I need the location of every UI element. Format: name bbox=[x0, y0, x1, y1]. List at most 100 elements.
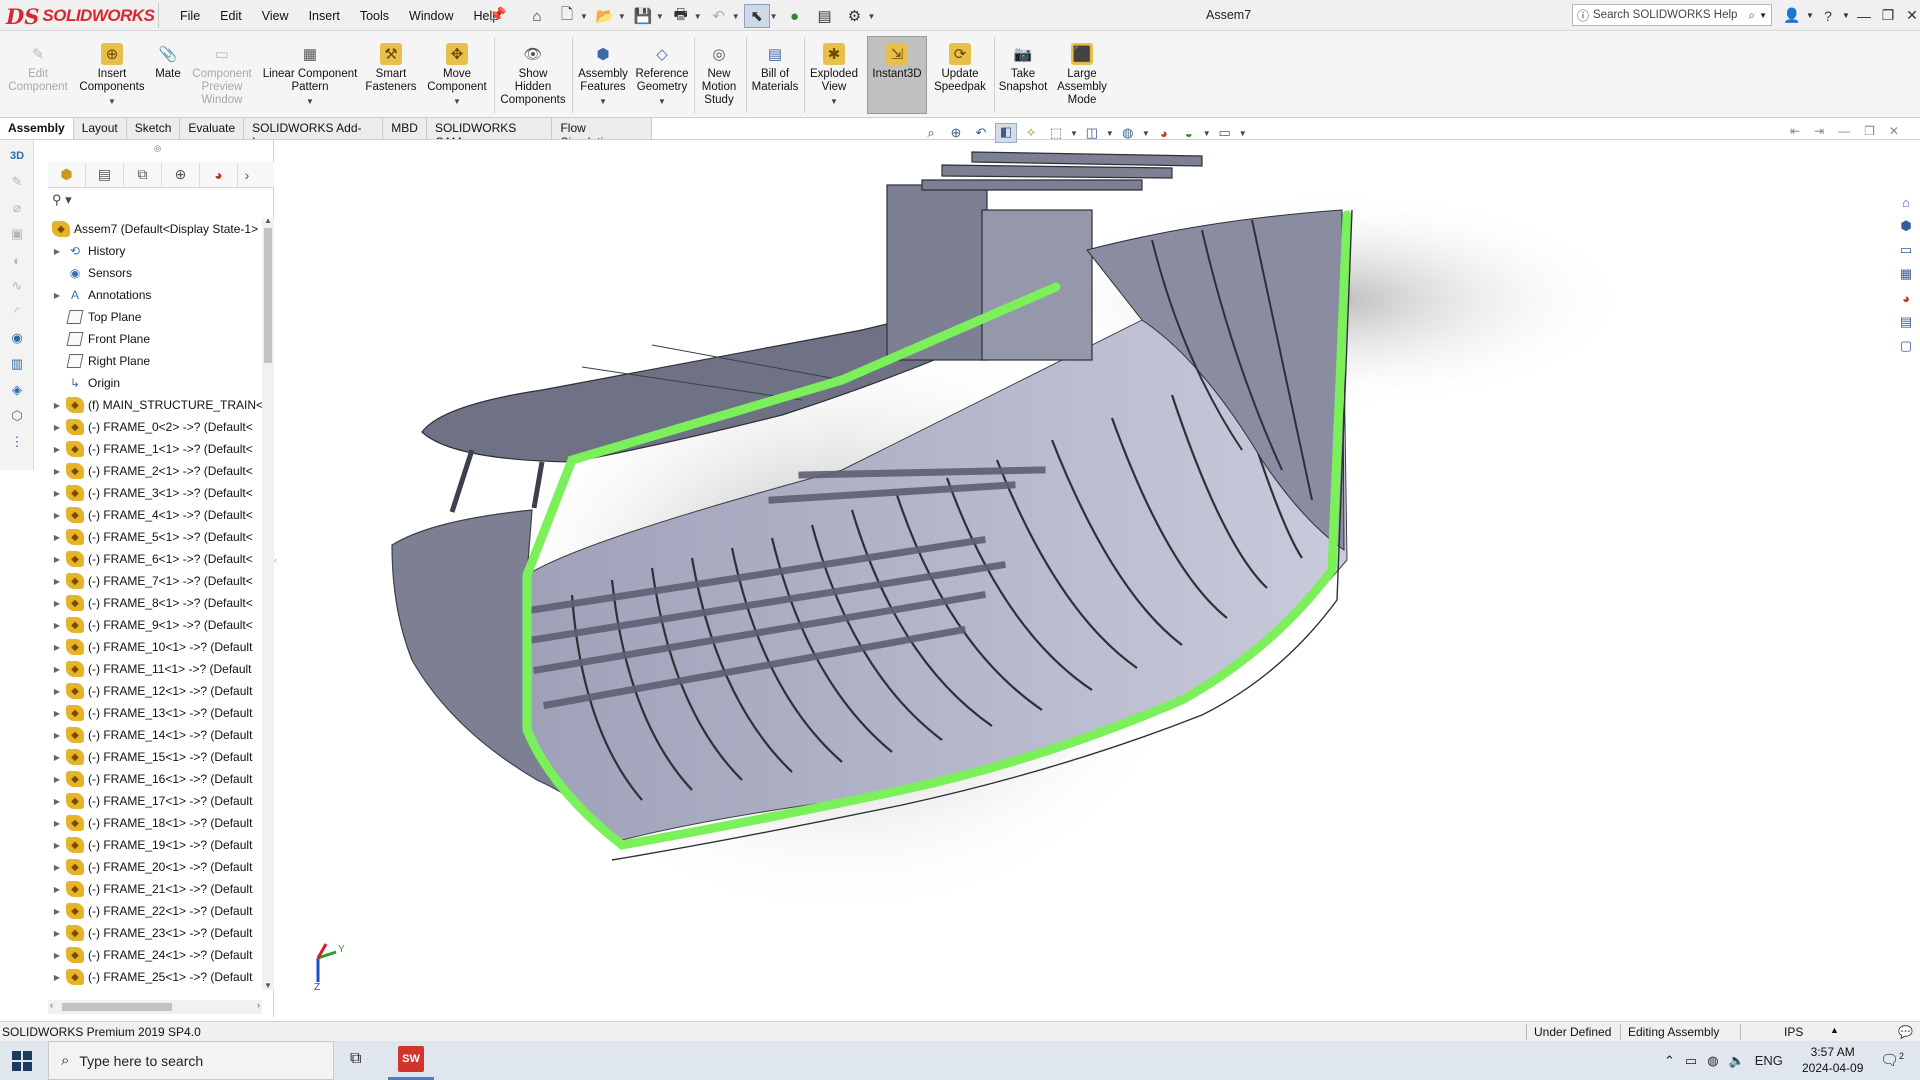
tab-sketch[interactable]: Sketch bbox=[126, 118, 181, 140]
scene-dropdown-icon[interactable]: ▼ bbox=[1203, 129, 1211, 138]
menu-window[interactable]: Window bbox=[399, 9, 463, 23]
expand-arrow-icon[interactable]: ▶ bbox=[48, 511, 66, 520]
new-dropdown-icon[interactable]: ▼ bbox=[580, 12, 588, 21]
expand-arrow-icon[interactable]: ▶ bbox=[48, 621, 66, 630]
tree-component-row[interactable]: ▶ ◆ (-) FRAME_15<1> ->? (Default bbox=[48, 746, 262, 768]
assembly-features-dropdown-icon[interactable]: ▼ bbox=[599, 95, 607, 108]
tree-component-row[interactable]: ▶ ◆ (-) FRAME_22<1> ->? (Default bbox=[48, 900, 262, 922]
select-dropdown-icon[interactable]: ▼ bbox=[770, 12, 778, 21]
smart-fasteners-button[interactable]: ⚒ Smart Fasteners bbox=[364, 43, 418, 94]
insert-components-dropdown-icon[interactable]: ▼ bbox=[108, 95, 116, 108]
expand-arrow-icon[interactable]: ▶ bbox=[48, 907, 66, 916]
part-icon[interactable]: ⬡ bbox=[7, 406, 27, 426]
tree-component-row[interactable]: ▶ ◆ (-) FRAME_18<1> ->? (Default bbox=[48, 812, 262, 834]
component-preview-window-button[interactable]: ▭ Component Preview Window bbox=[188, 43, 256, 107]
appearance-icon[interactable]: ◈ bbox=[7, 380, 27, 400]
expand-arrow-icon[interactable]: ▶ bbox=[48, 929, 66, 938]
options-dropdown-icon[interactable]: ▼ bbox=[868, 12, 876, 21]
expand-arrow-icon[interactable]: ▶ bbox=[48, 687, 66, 696]
expand-arrow-icon[interactable]: ▶ bbox=[48, 555, 66, 564]
custom-properties-icon[interactable]: ▤ bbox=[1896, 312, 1916, 332]
tree-root-assembly[interactable]: ◆ Assem7 (Default<Display State-1> bbox=[48, 218, 262, 240]
help-icon[interactable]: ? bbox=[1816, 8, 1840, 24]
rebuild-traffic-light-icon[interactable]: ● bbox=[782, 4, 808, 28]
restore-icon[interactable]: ❐ bbox=[1876, 7, 1900, 24]
tree-component-row[interactable]: ▶ ◆ (-) FRAME_12<1> ->? (Default bbox=[48, 680, 262, 702]
help-dropdown-icon[interactable]: ▼ bbox=[1840, 11, 1852, 20]
assembly-features-button[interactable]: ⬢ Assembly Features ▼ bbox=[574, 43, 632, 108]
tree-component-row[interactable]: ▶ ◆ (-) FRAME_17<1> ->? (Default bbox=[48, 790, 262, 812]
tree-component-row[interactable]: ▶ ◆ (-) FRAME_14<1> ->? (Default bbox=[48, 724, 262, 746]
design-library-icon[interactable]: ⬢ bbox=[1896, 216, 1916, 236]
tree-item-history[interactable]: ▶ ⟲ History bbox=[48, 240, 262, 262]
panel-splitter-handle[interactable]: ‹ bbox=[274, 555, 282, 587]
3d-view-icon[interactable]: 3D bbox=[7, 146, 27, 166]
tree-component-row[interactable]: ▶◆(-) FRAME_26<1> ->? (Default bbox=[48, 988, 262, 990]
property-manager-tab-icon[interactable]: ▤ bbox=[86, 162, 124, 187]
expand-arrow-icon[interactable]: ▶ bbox=[48, 577, 66, 586]
viewport-restore-icon[interactable]: ❐ bbox=[1864, 124, 1875, 138]
tab-mbd[interactable]: MBD bbox=[383, 118, 427, 140]
help-search-input[interactable]: Search SOLIDWORKS Help bbox=[1593, 9, 1744, 21]
view-palette-icon[interactable]: ▦ bbox=[1896, 264, 1916, 284]
input-language[interactable]: ENG bbox=[1755, 1053, 1783, 1068]
menu-edit[interactable]: Edit bbox=[210, 9, 252, 23]
tree-component-row[interactable]: ▶ ◆ (-) FRAME_16<1> ->? (Default bbox=[48, 768, 262, 790]
print-icon[interactable]: 🖶 bbox=[668, 4, 694, 28]
expand-arrow-icon[interactable]: ▶ bbox=[48, 863, 66, 872]
weldments-icon[interactable]: ▥ bbox=[7, 354, 27, 374]
zoom-to-area-icon[interactable]: ⊕ bbox=[945, 125, 967, 141]
large-assembly-mode-button[interactable]: ⬛ Large Assembly Mode bbox=[1054, 43, 1110, 107]
new-document-icon[interactable]: 🗋 bbox=[554, 4, 580, 28]
revolve-icon[interactable]: ◐ bbox=[7, 250, 27, 270]
display-manager-tab-icon[interactable]: ◕ bbox=[200, 162, 238, 187]
user-account-icon[interactable]: 👤 bbox=[1780, 7, 1804, 24]
expand-arrow-icon[interactable]: ▶ bbox=[48, 247, 66, 256]
dynamic-annotation-icon[interactable]: ✧ bbox=[1020, 125, 1042, 141]
solidworks-logo[interactable]: DS SOLIDWORKS bbox=[6, 3, 155, 29]
take-snapshot-button[interactable]: 📷 Take Snapshot bbox=[996, 43, 1050, 94]
windows-start-icon[interactable] bbox=[12, 1051, 32, 1071]
undo-dropdown-icon[interactable]: ▼ bbox=[732, 12, 740, 21]
expand-arrow-icon[interactable]: ▶ bbox=[48, 819, 66, 828]
expand-arrow-icon[interactable]: ▶ bbox=[48, 709, 66, 718]
hide-show-dropdown-icon[interactable]: ▼ bbox=[1142, 129, 1150, 138]
expand-arrow-icon[interactable]: ▶ bbox=[48, 401, 66, 410]
viewport-dock-left-icon[interactable]: ⇤ bbox=[1790, 124, 1800, 138]
fillet-icon[interactable]: ◜ bbox=[7, 302, 27, 322]
apply-scene-icon[interactable]: ◒ bbox=[1178, 126, 1200, 141]
configuration-manager-tab-icon[interactable]: ⧉ bbox=[124, 162, 162, 187]
expand-arrow-icon[interactable]: ▶ bbox=[48, 423, 66, 432]
edit-appearance-icon[interactable]: ◕ bbox=[1153, 126, 1175, 141]
account-dropdown-icon[interactable]: ▼ bbox=[1804, 11, 1816, 20]
options-gear-icon[interactable]: ⚙ bbox=[842, 4, 868, 28]
expand-arrow-icon[interactable]: ▶ bbox=[48, 489, 66, 498]
expand-arrow-icon[interactable]: ▶ bbox=[48, 445, 66, 454]
menu-insert[interactable]: Insert bbox=[299, 9, 350, 23]
taskbar-search-box[interactable]: ⌕ Type here to search bbox=[48, 1041, 334, 1080]
tree-component-row[interactable]: ▶ ◆ (-) FRAME_3<1> ->? (Default< bbox=[48, 482, 262, 504]
file-explorer-icon[interactable]: ▭ bbox=[1896, 240, 1916, 260]
solidworks-taskbar-app[interactable]: SW bbox=[388, 1041, 434, 1080]
open-icon[interactable]: 📂 bbox=[592, 4, 618, 28]
tree-component-row[interactable]: ▶ ◆ (-) FRAME_19<1> ->? (Default bbox=[48, 834, 262, 856]
file-properties-icon[interactable]: ▤ bbox=[812, 4, 838, 28]
smart-dimension-icon[interactable]: ⌀ bbox=[7, 198, 27, 218]
dimxpert-tab-icon[interactable]: ⊕ bbox=[162, 162, 200, 187]
edit-component-button[interactable]: ✎ Edit Component bbox=[6, 43, 70, 94]
bill-of-materials-button[interactable]: ▤ Bill of Materials bbox=[748, 43, 802, 94]
tree-component-row[interactable]: ▶ ◆ (-) FRAME_4<1> ->? (Default< bbox=[48, 504, 262, 526]
menu-tools[interactable]: Tools bbox=[350, 9, 399, 23]
feature-tree-tab-icon[interactable]: ⬢ bbox=[48, 162, 86, 187]
scroll-thumb[interactable] bbox=[264, 228, 272, 363]
tray-overflow-chevron-icon[interactable]: ⌃ bbox=[1664, 1053, 1675, 1069]
quick-tips-icon[interactable]: 💬 bbox=[1898, 1025, 1913, 1039]
tree-component-row[interactable]: ▶ ◆ (-) FRAME_24<1> ->? (Default bbox=[48, 944, 262, 966]
tree-horizontal-scrollbar[interactable]: ‹ › bbox=[48, 1000, 262, 1014]
expand-arrow-icon[interactable]: ▶ bbox=[48, 599, 66, 608]
expand-arrow-icon[interactable]: ▶ bbox=[48, 467, 66, 476]
move-component-button[interactable]: ✥ Move Component ▼ bbox=[422, 43, 492, 108]
tree-component-row[interactable]: ▶ ◆ (-) FRAME_1<1> ->? (Default< bbox=[48, 438, 262, 460]
tree-component-row[interactable]: ▶ ◆ (-) FRAME_6<1> ->? (Default< bbox=[48, 548, 262, 570]
tab-solidworks-add-ins[interactable]: SOLIDWORKS Add-Ins bbox=[244, 118, 384, 149]
